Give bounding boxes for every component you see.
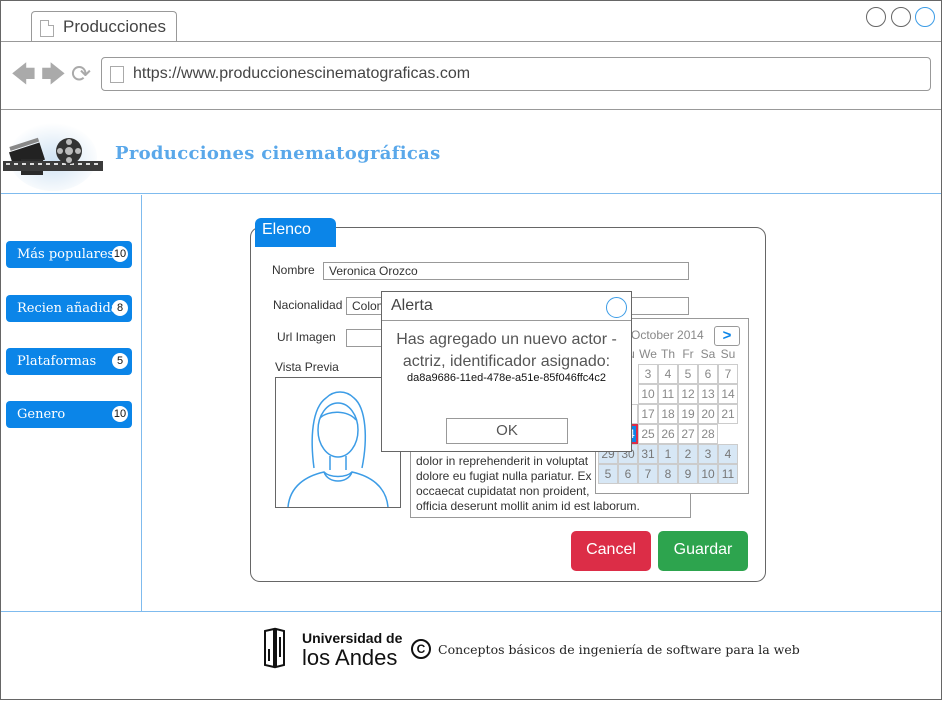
- calendar-day[interactable]: 1: [658, 444, 678, 464]
- footer-divider: [1, 611, 941, 612]
- chrome-divider: [1, 109, 941, 110]
- nombre-label: Nombre: [272, 263, 315, 277]
- weekday-header: We: [639, 347, 657, 361]
- back-arrow-icon[interactable]: 🡄: [11, 63, 36, 87]
- calendar-day[interactable]: 9: [678, 464, 698, 484]
- calendar-day[interactable]: 13: [698, 384, 718, 404]
- cancel-button[interactable]: Cancel: [571, 531, 651, 571]
- close-window-button[interactable]: [915, 7, 935, 27]
- url-text: https://www.produccionescinematograficas…: [133, 65, 471, 82]
- weekday-header: Th: [660, 347, 675, 361]
- sidebar-item-label: Recien añadida: [17, 301, 119, 316]
- sidebar-item-plataformas[interactable]: Plataformas 5: [6, 348, 132, 375]
- calendar-day[interactable]: 3: [638, 364, 658, 384]
- count-badge: 8: [112, 300, 128, 316]
- maximize-button[interactable]: [891, 7, 911, 27]
- elenco-tab: Elenco: [255, 218, 336, 247]
- alert-dialog: Alerta Has agregado un nuevo actor - act…: [381, 291, 632, 452]
- calendar-day[interactable]: 3: [698, 444, 718, 464]
- footer-text: Conceptos básicos de ingeniería de softw…: [438, 642, 800, 657]
- page-icon: [40, 20, 54, 37]
- weekday-header: Su: [720, 347, 736, 361]
- calendar-day[interactable]: 11: [718, 464, 738, 484]
- guardar-button[interactable]: Guardar: [658, 531, 748, 571]
- alert-identifier: da8a9686-11ed-478e-a51e-85f046ffc4c2: [407, 372, 606, 384]
- header-divider: [1, 193, 941, 194]
- calendar-day[interactable]: 19: [678, 404, 698, 424]
- calendar-day[interactable]: 25: [638, 424, 658, 444]
- calendar-day[interactable]: 10: [638, 384, 658, 404]
- forward-arrow-icon[interactable]: 🡆: [41, 63, 66, 87]
- calendar-day[interactable]: 26: [658, 424, 678, 444]
- url-imagen-label: Url Imagen: [277, 330, 336, 344]
- url-imagen-input[interactable]: [346, 329, 386, 347]
- calendar-day[interactable]: 11: [658, 384, 678, 404]
- calendar-next-button[interactable]: >: [714, 326, 740, 346]
- sidebar-item-mas-populares[interactable]: Más populares 10: [6, 241, 132, 268]
- nacionalidad-label: Nacionalidad: [273, 298, 343, 312]
- calendar-day[interactable]: 5: [598, 464, 618, 484]
- calendar-day[interactable]: 21: [718, 404, 738, 424]
- calendar-day[interactable]: 4: [658, 364, 678, 384]
- sidebar-item-label: Más populares: [17, 247, 115, 262]
- count-badge: 10: [112, 406, 128, 422]
- calendar-day[interactable]: 12: [678, 384, 698, 404]
- calendar-day[interactable]: 31: [638, 444, 658, 464]
- calendar-day[interactable]: 27: [678, 424, 698, 444]
- nombre-input[interactable]: Veronica Orozco: [323, 262, 689, 280]
- calendar-hidden-cell: [718, 424, 738, 444]
- bio-line: officia deserunt mollit anim id est labo…: [416, 499, 640, 513]
- tab-title: Producciones: [63, 17, 167, 36]
- calendar-day[interactable]: 20: [698, 404, 718, 424]
- sidebar-item-label: Genero: [17, 407, 66, 422]
- tab-divider: [1, 41, 941, 42]
- calendar-day[interactable]: 7: [718, 364, 738, 384]
- calendar-day[interactable]: 6: [698, 364, 718, 384]
- weekday-header: Sa: [700, 347, 716, 361]
- browser-window: Producciones 🡄 🡆 ⟳ https://www.produccio…: [0, 0, 942, 700]
- vista-previa-label: Vista Previa: [275, 360, 339, 374]
- minimize-button[interactable]: [866, 7, 886, 27]
- alert-ok-button[interactable]: OK: [446, 418, 568, 444]
- calendar-day[interactable]: 28: [698, 424, 718, 444]
- weekday-header: Fr: [682, 347, 694, 361]
- alert-message: Has agregado un nuevo actor - actriz, id…: [396, 331, 617, 370]
- copyright-icon: C: [411, 639, 431, 659]
- calendar-day[interactable]: 5: [678, 364, 698, 384]
- count-badge: 5: [112, 353, 128, 369]
- alert-title: Alerta: [391, 297, 433, 314]
- alert-title-bar: Alerta: [382, 292, 631, 321]
- calendar-day[interactable]: 14: [718, 384, 738, 404]
- count-badge: 10: [112, 246, 128, 262]
- alert-close-button[interactable]: [606, 297, 627, 318]
- calendar-day[interactable]: 7: [638, 464, 658, 484]
- sidebar-item-label: Plataformas: [17, 354, 97, 369]
- address-bar[interactable]: https://www.produccionescinematograficas…: [101, 57, 931, 91]
- calendar-day[interactable]: 10: [698, 464, 718, 484]
- calendar-day[interactable]: 8: [658, 464, 678, 484]
- universidad-de-los-andes-logo: Universidad de los Andes: [264, 627, 403, 670]
- film-camera-logo: [3, 123, 103, 191]
- calendar-day[interactable]: 6: [618, 464, 638, 484]
- calendar-day[interactable]: 4: [718, 444, 738, 464]
- sidebar-item-recien-anadida[interactable]: Recien añadida 8: [6, 295, 132, 322]
- page-icon: [110, 66, 124, 83]
- calendar-month-label: October 2014: [631, 328, 704, 342]
- calendar-day[interactable]: 2: [678, 444, 698, 464]
- sidebar-item-genero[interactable]: Genero 10: [6, 401, 132, 428]
- calendar-day[interactable]: 18: [658, 404, 678, 424]
- site-title: Producciones cinematográficas: [115, 143, 441, 164]
- browser-tab[interactable]: Producciones: [31, 11, 177, 42]
- reload-icon[interactable]: ⟳: [71, 63, 91, 87]
- university-line-2: los Andes: [302, 645, 397, 670]
- university-line-1: Universidad de: [302, 630, 403, 646]
- calendar-day[interactable]: 17: [638, 404, 658, 424]
